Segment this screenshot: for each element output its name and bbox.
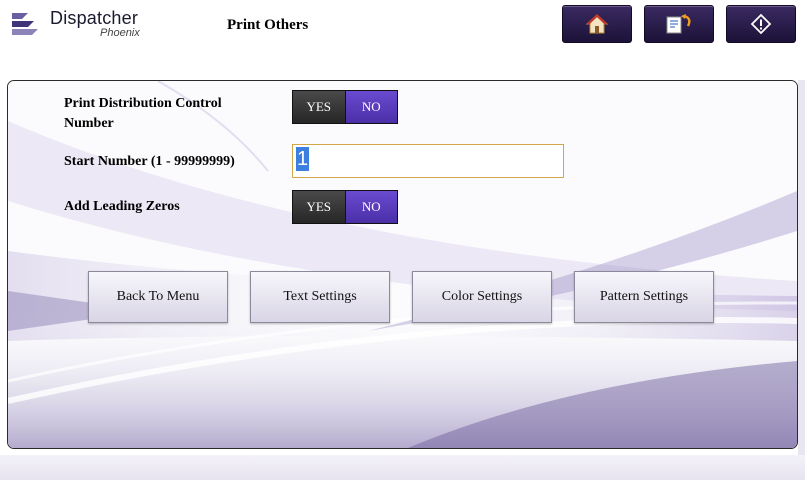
background-swoosh — [8, 81, 797, 448]
right-edge — [798, 80, 805, 480]
leading-zeros-yes-button[interactable]: YES — [293, 191, 346, 223]
start-number-value: 1 — [296, 147, 310, 171]
distribution-yes-button[interactable]: YES — [293, 91, 346, 123]
start-number-input[interactable]: 1 — [292, 144, 564, 178]
distribution-toggle: YES NO — [292, 90, 398, 124]
home-icon — [585, 13, 609, 34]
logo-mark-icon — [12, 13, 38, 35]
distribution-label: Print Distribution Control Number — [64, 96, 222, 131]
color-settings-button[interactable]: Color Settings — [412, 271, 552, 323]
app-logo: Dispatcher Phoenix — [10, 6, 160, 42]
leading-zeros-toggle: YES NO — [292, 190, 398, 224]
pattern-settings-button[interactable]: Pattern Settings — [574, 271, 714, 323]
logo-name: Dispatcher — [50, 8, 139, 28]
logo-subname: Phoenix — [100, 27, 140, 39]
page-title: Print Others — [227, 17, 309, 33]
back-to-menu-button[interactable]: Back To Menu — [88, 271, 228, 323]
leading-zeros-no-button[interactable]: NO — [345, 191, 397, 223]
leading-zeros-label: Add Leading Zeros — [64, 199, 180, 214]
info-diamond-icon — [750, 13, 772, 35]
content-panel — [7, 80, 798, 449]
text-settings-button[interactable]: Text Settings — [250, 271, 390, 323]
edit-back-icon — [666, 14, 691, 34]
start-number-label: Start Number (1 - 99999999) — [64, 154, 235, 169]
home-button[interactable] — [562, 5, 632, 43]
edit-back-button[interactable] — [644, 5, 714, 43]
distribution-no-button[interactable]: NO — [345, 91, 397, 123]
bottom-bar — [0, 455, 805, 480]
info-button[interactable] — [726, 5, 796, 43]
